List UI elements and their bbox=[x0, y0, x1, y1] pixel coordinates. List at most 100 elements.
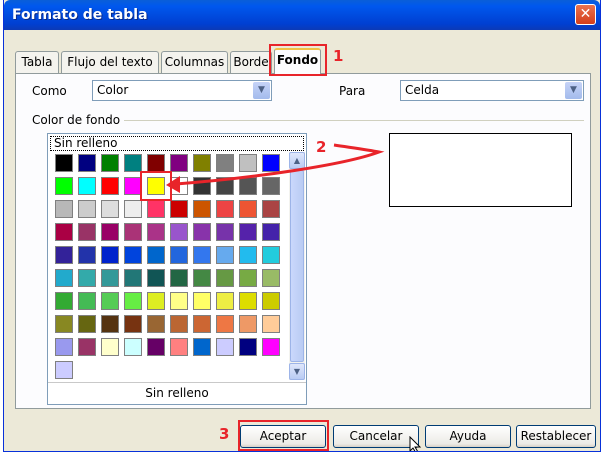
color-swatch[interactable] bbox=[239, 315, 257, 333]
color-swatch[interactable] bbox=[55, 338, 73, 356]
color-swatch[interactable] bbox=[55, 246, 73, 264]
color-swatch[interactable] bbox=[55, 200, 73, 218]
color-swatch[interactable] bbox=[78, 338, 96, 356]
color-swatch[interactable] bbox=[193, 223, 211, 241]
color-swatch[interactable] bbox=[147, 269, 165, 287]
color-swatch[interactable] bbox=[170, 315, 188, 333]
scroll-down-icon[interactable]: ▼ bbox=[289, 363, 305, 380]
color-swatch[interactable] bbox=[101, 246, 119, 264]
scroll-up-icon[interactable]: ▲ bbox=[289, 152, 305, 169]
palette-scrollbar[interactable]: ▲ ▼ bbox=[289, 152, 305, 380]
color-swatch[interactable] bbox=[101, 200, 119, 218]
color-swatch[interactable] bbox=[147, 200, 165, 218]
color-swatch[interactable] bbox=[78, 200, 96, 218]
color-swatch[interactable] bbox=[216, 200, 234, 218]
color-swatch[interactable] bbox=[262, 177, 280, 195]
color-swatch[interactable] bbox=[101, 338, 119, 356]
color-swatch[interactable] bbox=[101, 177, 119, 195]
color-swatch[interactable] bbox=[78, 246, 96, 264]
color-swatch[interactable] bbox=[124, 177, 142, 195]
color-swatch[interactable] bbox=[216, 223, 234, 241]
color-swatch[interactable] bbox=[193, 246, 211, 264]
color-swatch[interactable] bbox=[55, 269, 73, 287]
color-swatch[interactable] bbox=[55, 361, 73, 379]
ok-button[interactable]: Aceptar bbox=[240, 425, 326, 448]
color-swatch[interactable] bbox=[262, 292, 280, 310]
color-swatch[interactable] bbox=[216, 246, 234, 264]
color-swatch[interactable] bbox=[170, 223, 188, 241]
color-swatch[interactable] bbox=[124, 269, 142, 287]
color-swatch[interactable] bbox=[170, 246, 188, 264]
color-swatch[interactable] bbox=[78, 177, 96, 195]
color-swatch[interactable] bbox=[147, 246, 165, 264]
color-swatch[interactable] bbox=[147, 177, 165, 195]
color-swatch[interactable] bbox=[170, 177, 188, 195]
tab-borde[interactable]: Borde bbox=[230, 51, 272, 73]
color-swatch[interactable] bbox=[262, 246, 280, 264]
color-swatch[interactable] bbox=[239, 269, 257, 287]
color-swatch[interactable] bbox=[239, 246, 257, 264]
color-swatch[interactable] bbox=[124, 338, 142, 356]
color-swatch[interactable] bbox=[55, 177, 73, 195]
color-swatch[interactable] bbox=[239, 154, 257, 172]
color-swatch[interactable] bbox=[147, 223, 165, 241]
color-swatch[interactable] bbox=[101, 315, 119, 333]
color-swatch[interactable] bbox=[262, 315, 280, 333]
color-swatch[interactable] bbox=[124, 292, 142, 310]
color-swatch[interactable] bbox=[55, 154, 73, 172]
color-swatch[interactable] bbox=[101, 292, 119, 310]
color-swatch[interactable] bbox=[262, 338, 280, 356]
color-swatch[interactable] bbox=[239, 338, 257, 356]
color-swatch[interactable] bbox=[239, 223, 257, 241]
color-swatch[interactable] bbox=[216, 154, 234, 172]
color-swatch[interactable] bbox=[55, 292, 73, 310]
cancel-button[interactable]: Cancelar bbox=[333, 425, 419, 448]
color-swatch[interactable] bbox=[78, 154, 96, 172]
color-swatch[interactable] bbox=[55, 223, 73, 241]
color-swatch[interactable] bbox=[147, 315, 165, 333]
help-button[interactable]: Ayuda bbox=[425, 425, 511, 448]
title-bar[interactable]: Formato de tabla ✕ bbox=[4, 0, 600, 30]
color-swatch[interactable] bbox=[147, 154, 165, 172]
tab-fondo[interactable]: Fondo bbox=[274, 48, 321, 74]
color-swatch[interactable] bbox=[216, 315, 234, 333]
color-swatch[interactable] bbox=[78, 315, 96, 333]
chevron-down-icon[interactable]: ▼ bbox=[253, 82, 270, 99]
color-swatch[interactable] bbox=[193, 200, 211, 218]
color-swatch[interactable] bbox=[170, 269, 188, 287]
color-swatch[interactable] bbox=[147, 292, 165, 310]
color-swatch[interactable] bbox=[216, 269, 234, 287]
close-button[interactable]: ✕ bbox=[575, 4, 596, 25]
color-swatch[interactable] bbox=[124, 223, 142, 241]
color-swatch[interactable] bbox=[239, 200, 257, 218]
color-swatch[interactable] bbox=[262, 223, 280, 241]
color-swatch[interactable] bbox=[124, 246, 142, 264]
color-swatch[interactable] bbox=[124, 154, 142, 172]
color-swatch[interactable] bbox=[193, 292, 211, 310]
como-select[interactable]: Color ▼ bbox=[92, 80, 272, 101]
color-swatch[interactable] bbox=[262, 154, 280, 172]
color-swatch[interactable] bbox=[193, 154, 211, 172]
color-swatch[interactable] bbox=[216, 177, 234, 195]
tab-tabla[interactable]: Tabla bbox=[15, 51, 59, 73]
color-swatch[interactable] bbox=[193, 177, 211, 195]
color-swatch[interactable] bbox=[170, 292, 188, 310]
color-swatch[interactable] bbox=[239, 177, 257, 195]
color-swatch[interactable] bbox=[193, 315, 211, 333]
color-swatch[interactable] bbox=[170, 154, 188, 172]
color-swatch[interactable] bbox=[262, 269, 280, 287]
color-swatch[interactable] bbox=[170, 200, 188, 218]
color-swatch[interactable] bbox=[78, 269, 96, 287]
color-swatch[interactable] bbox=[239, 292, 257, 310]
color-swatch[interactable] bbox=[216, 292, 234, 310]
color-swatch[interactable] bbox=[78, 223, 96, 241]
color-swatch[interactable] bbox=[124, 200, 142, 218]
tab-columnas[interactable]: Columnas bbox=[161, 51, 228, 73]
color-swatch[interactable] bbox=[101, 223, 119, 241]
color-swatch[interactable] bbox=[78, 292, 96, 310]
chevron-down-icon[interactable]: ▼ bbox=[565, 82, 582, 99]
no-fill-option[interactable]: Sin relleno bbox=[50, 136, 304, 151]
scroll-thumb[interactable] bbox=[290, 170, 304, 362]
color-swatch[interactable] bbox=[216, 338, 234, 356]
color-swatch[interactable] bbox=[101, 269, 119, 287]
